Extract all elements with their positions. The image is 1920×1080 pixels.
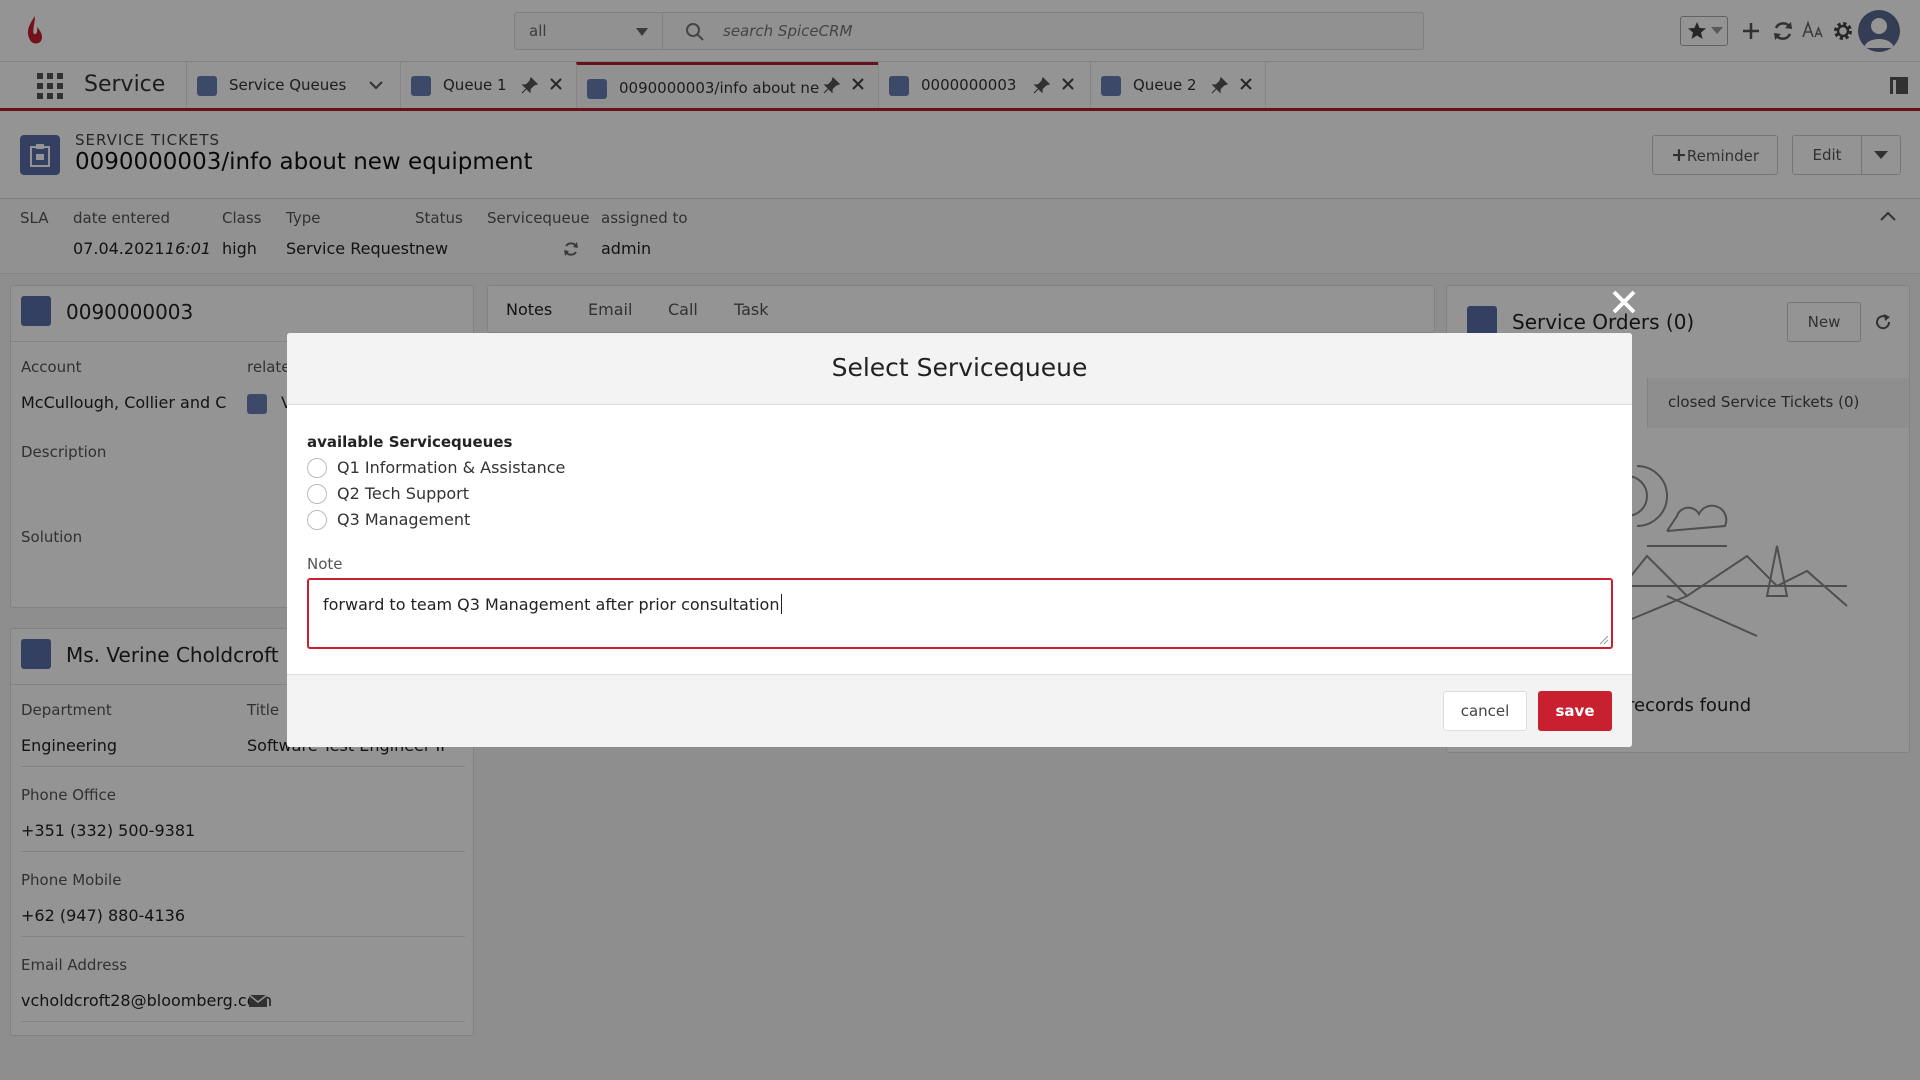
note-textarea[interactable]: forward to team Q3 Management after prio… xyxy=(307,578,1613,649)
option-label: Q1 Information & Assistance xyxy=(337,458,566,477)
servicequeue-option-q1[interactable]: Q1 Information & Assistance xyxy=(307,457,607,481)
save-button[interactable]: save xyxy=(1538,691,1612,731)
text-caret xyxy=(781,594,783,614)
close-icon[interactable] xyxy=(1608,286,1640,318)
select-servicequeue-modal: Select Servicequeue available Serviceque… xyxy=(287,333,1632,747)
modal-title: Select Servicequeue xyxy=(831,353,1088,382)
note-label: Note xyxy=(307,555,343,573)
option-label: Q3 Management xyxy=(337,510,471,529)
radio-button[interactable] xyxy=(307,484,327,504)
available-servicequeues-label: available Servicequeues xyxy=(307,433,513,451)
radio-button[interactable] xyxy=(307,458,327,478)
modal-footer: cancel save xyxy=(287,674,1632,747)
modal-header: Select Servicequeue xyxy=(287,333,1632,405)
resize-handle-icon[interactable] xyxy=(1599,635,1609,645)
cancel-button[interactable]: cancel xyxy=(1443,691,1527,731)
servicequeue-option-q2[interactable]: Q2 Tech Support xyxy=(307,483,607,507)
servicequeue-option-q3[interactable]: Q3 Management xyxy=(307,509,607,533)
radio-button[interactable] xyxy=(307,510,327,530)
option-label: Q2 Tech Support xyxy=(337,484,470,503)
note-text: forward to team Q3 Management after prio… xyxy=(323,594,783,614)
note-value: forward to team Q3 Management after prio… xyxy=(323,595,780,614)
